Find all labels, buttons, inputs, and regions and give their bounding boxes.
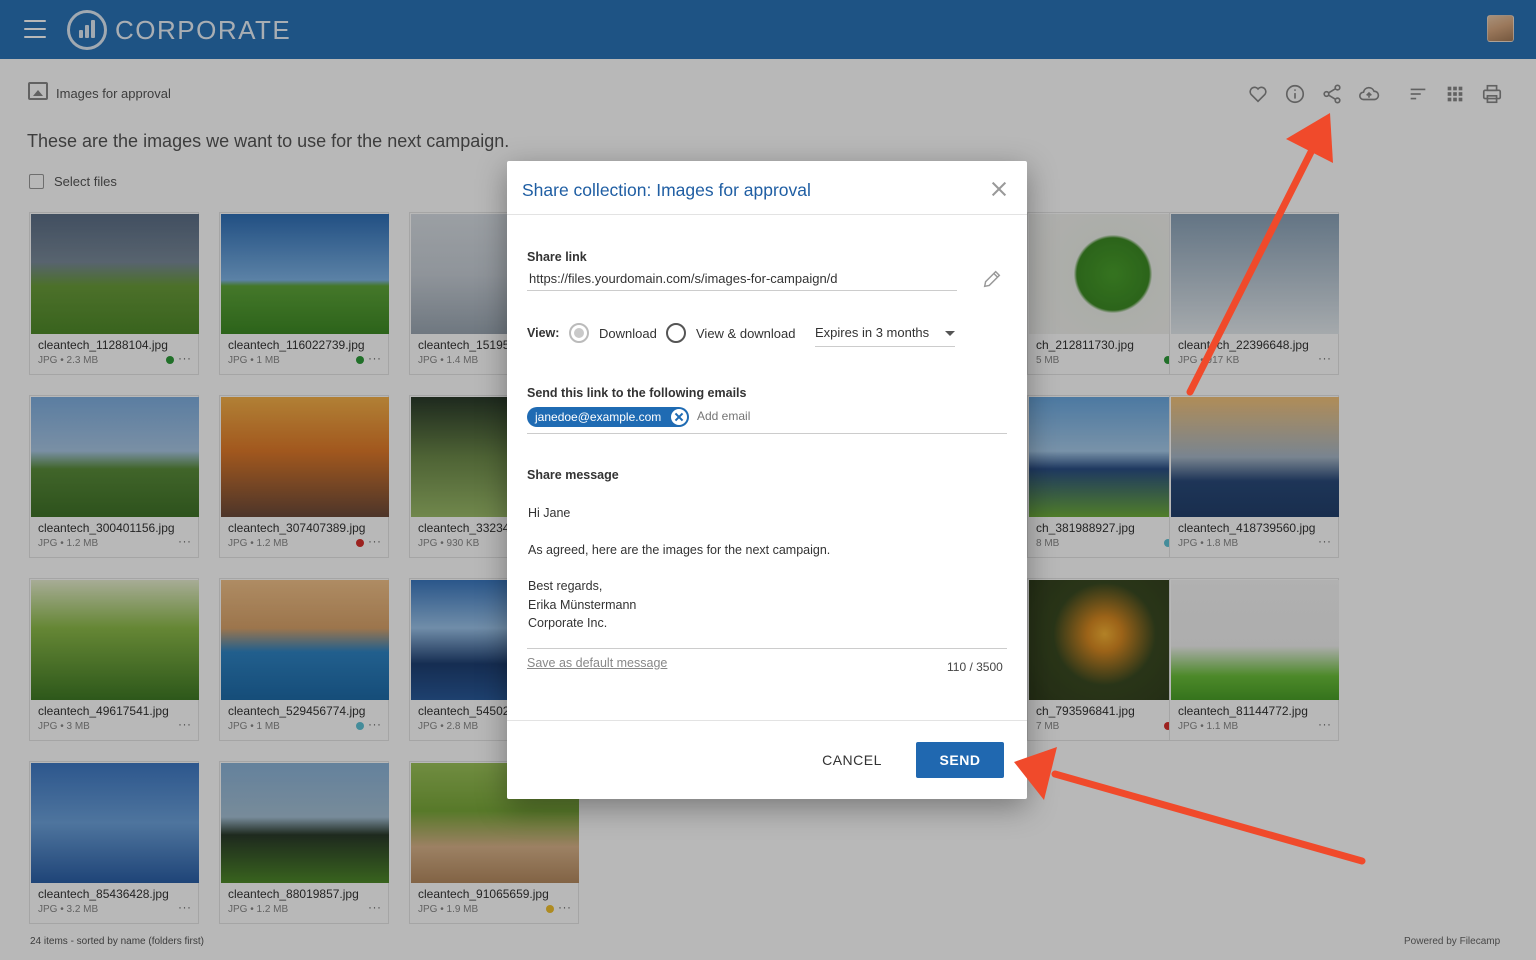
email-chip[interactable]: janedoe@example.com: [527, 407, 690, 427]
char-counter: 110 / 3500: [947, 660, 1003, 674]
remove-email-icon[interactable]: [671, 409, 688, 425]
cancel-button[interactable]: CANCEL: [807, 745, 897, 775]
dialog-header-divider: [507, 214, 1027, 215]
expires-dropdown[interactable]: Expires in 3 months: [815, 321, 955, 347]
emails-label: Send this link to the following emails: [527, 386, 747, 400]
share-dialog: Share collection: Images for approval Sh…: [507, 161, 1027, 799]
message-line: Hi Jane: [528, 506, 571, 520]
share-message-textarea[interactable]: Hi Jane As agreed, here are the images fo…: [528, 504, 988, 633]
email-field[interactable]: janedoe@example.com: [527, 406, 1007, 434]
radio-view-download-label[interactable]: View & download: [696, 326, 796, 341]
message-line: [528, 559, 988, 577]
message-line: Corporate Inc.: [528, 616, 608, 630]
radio-view-download[interactable]: [666, 323, 686, 343]
caret-down-icon: [945, 331, 955, 336]
message-underline: [527, 648, 1007, 649]
email-chip-text: janedoe@example.com: [535, 410, 662, 424]
message-line: Best regards,: [528, 579, 603, 593]
message-line: Erika Münstermann: [528, 597, 637, 612]
expires-value: Expires in 3 months: [815, 325, 930, 340]
message-line: As agreed, here are the images for the n…: [528, 542, 831, 557]
view-label: View:: [527, 326, 560, 340]
share-link-input[interactable]: [527, 267, 957, 291]
share-message-label: Share message: [527, 468, 619, 482]
close-icon[interactable]: [989, 179, 1009, 199]
share-link-label: Share link: [527, 250, 587, 264]
send-button[interactable]: SEND: [916, 742, 1004, 778]
save-default-message-link[interactable]: Save as default message: [527, 656, 667, 670]
dialog-title: Share collection: Images for approval: [522, 180, 811, 200]
dialog-footer-divider: [507, 720, 1027, 721]
message-line: [528, 523, 988, 541]
pencil-icon[interactable]: [981, 268, 1003, 290]
radio-download[interactable]: [569, 323, 589, 343]
radio-download-label[interactable]: Download: [599, 326, 657, 341]
add-email-input[interactable]: [697, 409, 897, 423]
